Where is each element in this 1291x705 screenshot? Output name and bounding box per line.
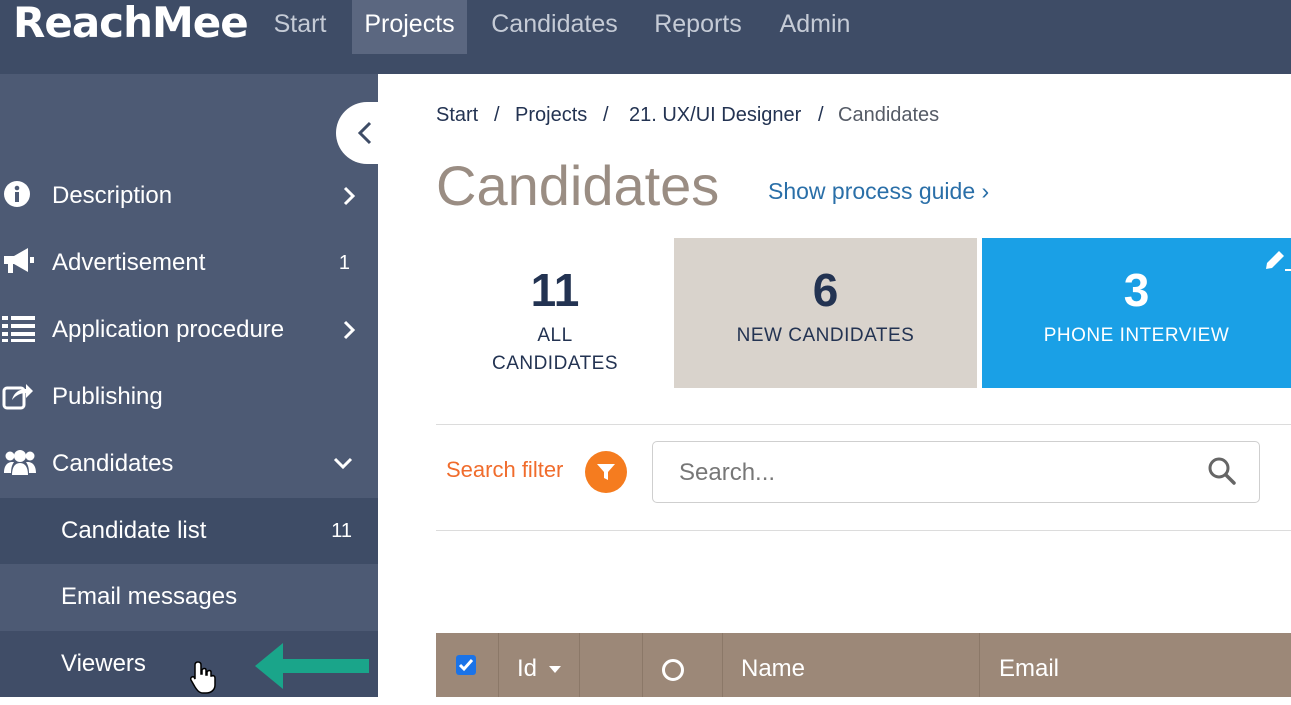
stage-label: PHONE INTERVIEW: [1043, 325, 1230, 346]
project-sidebar: Description Advertisement 1 Application …: [0, 74, 420, 697]
sidebar-subitem-label: Candidate list: [61, 517, 207, 544]
breadcrumb-projects[interactable]: Projects: [515, 100, 587, 130]
breadcrumb-project[interactable]: 21. UX/UI Designer: [629, 100, 801, 130]
annotation-arrow-icon: [255, 643, 369, 689]
megaphone-icon: [2, 246, 36, 280]
breadcrumb-separator: /: [494, 104, 500, 126]
stage-label-line: CANDIDATES: [491, 353, 619, 374]
sidebar-item-label: Description: [52, 182, 173, 209]
column-separator: [498, 633, 499, 697]
select-all-checkbox[interactable]: [456, 655, 476, 675]
users-icon: [2, 447, 36, 481]
column-separator: [722, 633, 723, 697]
column-separator: [979, 633, 980, 697]
top-navigation-bar: ReachMee Start Projects Candidates Repor…: [0, 0, 1291, 74]
sidebar-item-label: Application procedure: [52, 316, 285, 343]
nav-start[interactable]: Start: [262, 0, 338, 54]
sidebar-item-label: Advertisement: [52, 249, 206, 276]
nav-reports[interactable]: Reports: [645, 0, 751, 54]
show-process-guide-link[interactable]: Show process guide ›: [768, 174, 989, 208]
sidebar-subitem-candidate-list[interactable]: Candidate list 11: [0, 498, 378, 564]
nav-candidates[interactable]: Candidates: [482, 0, 627, 54]
breadcrumb-separator: /: [818, 104, 824, 126]
stage-label: NEW CANDIDATES: [736, 325, 915, 346]
sidebar-item-label: Publishing: [52, 383, 163, 410]
search-filter-label[interactable]: Search filter: [446, 452, 563, 488]
breadcrumb-start[interactable]: Start: [436, 100, 478, 130]
share-icon: [2, 380, 36, 414]
search-icon[interactable]: [1207, 456, 1237, 486]
column-header-email[interactable]: Email: [999, 633, 1059, 705]
sort-caret-down-icon: [548, 665, 561, 673]
sidebar-subitem-email-messages[interactable]: Email messages: [0, 564, 378, 630]
column-header-name[interactable]: Name: [741, 633, 805, 705]
sidebar-item-description[interactable]: Description: [0, 163, 378, 229]
status-circle-icon: [662, 659, 684, 681]
advertisement-count: 1: [338, 252, 350, 274]
search-input[interactable]: [677, 452, 1181, 494]
stage-count: 6: [812, 264, 839, 316]
sidebar-item-publishing[interactable]: Publishing: [0, 364, 378, 430]
breadcrumb-separator: /: [603, 104, 609, 126]
stage-phone-interview[interactable]: 3 PHONE INTERVIEW: [982, 238, 1291, 388]
breadcrumb-current: Candidates: [838, 104, 940, 126]
hand-cursor-icon: [190, 661, 216, 694]
stage-count: 11: [530, 264, 580, 316]
column-separator: [642, 633, 643, 697]
checkmark-icon: [458, 659, 474, 672]
chevron-left-icon: [357, 121, 372, 145]
sidebar-item-advertisement[interactable]: Advertisement 1: [0, 230, 378, 296]
divider: [436, 424, 1291, 425]
sidebar-item-candidates[interactable]: Candidates: [0, 431, 378, 497]
edit-pencil-icon[interactable]: [1263, 248, 1291, 274]
filter-funnel-icon: [597, 464, 615, 480]
app-logo[interactable]: ReachMee: [13, 0, 249, 48]
list-icon: [2, 313, 36, 347]
chevron-right-icon: [343, 186, 356, 206]
stage-label: ALL CANDIDATES: [436, 322, 674, 378]
search-box[interactable]: [652, 441, 1260, 503]
nav-admin[interactable]: Admin: [770, 0, 860, 54]
sidebar-item-label: Candidates: [52, 450, 174, 477]
collapse-sidebar-button[interactable]: [336, 102, 420, 164]
info-icon: [2, 179, 36, 213]
column-label: Id: [517, 655, 538, 682]
stage-label-line: ALL: [537, 325, 573, 346]
sidebar-subitem-label: Viewers: [61, 650, 146, 677]
stage-count: 3: [1123, 264, 1150, 316]
page-title: Candidates: [436, 154, 720, 217]
sidebar-item-application-procedure[interactable]: Application procedure: [0, 297, 378, 363]
stage-all-candidates[interactable]: 11 ALL CANDIDATES: [436, 238, 674, 388]
candidate-list-count: 11: [331, 520, 352, 542]
chevron-down-icon: [333, 457, 353, 470]
column-header-id[interactable]: Id: [517, 633, 562, 705]
divider: [436, 530, 1291, 531]
search-filter-button[interactable]: [585, 451, 627, 493]
stage-new-candidates[interactable]: 6 NEW CANDIDATES: [674, 238, 977, 388]
column-separator: [579, 633, 580, 697]
nav-projects[interactable]: Projects: [352, 0, 467, 54]
candidates-table-header: Id Name Email: [436, 633, 1291, 697]
chevron-right-icon: [343, 320, 356, 340]
sidebar-subitem-label: Email messages: [61, 583, 238, 610]
